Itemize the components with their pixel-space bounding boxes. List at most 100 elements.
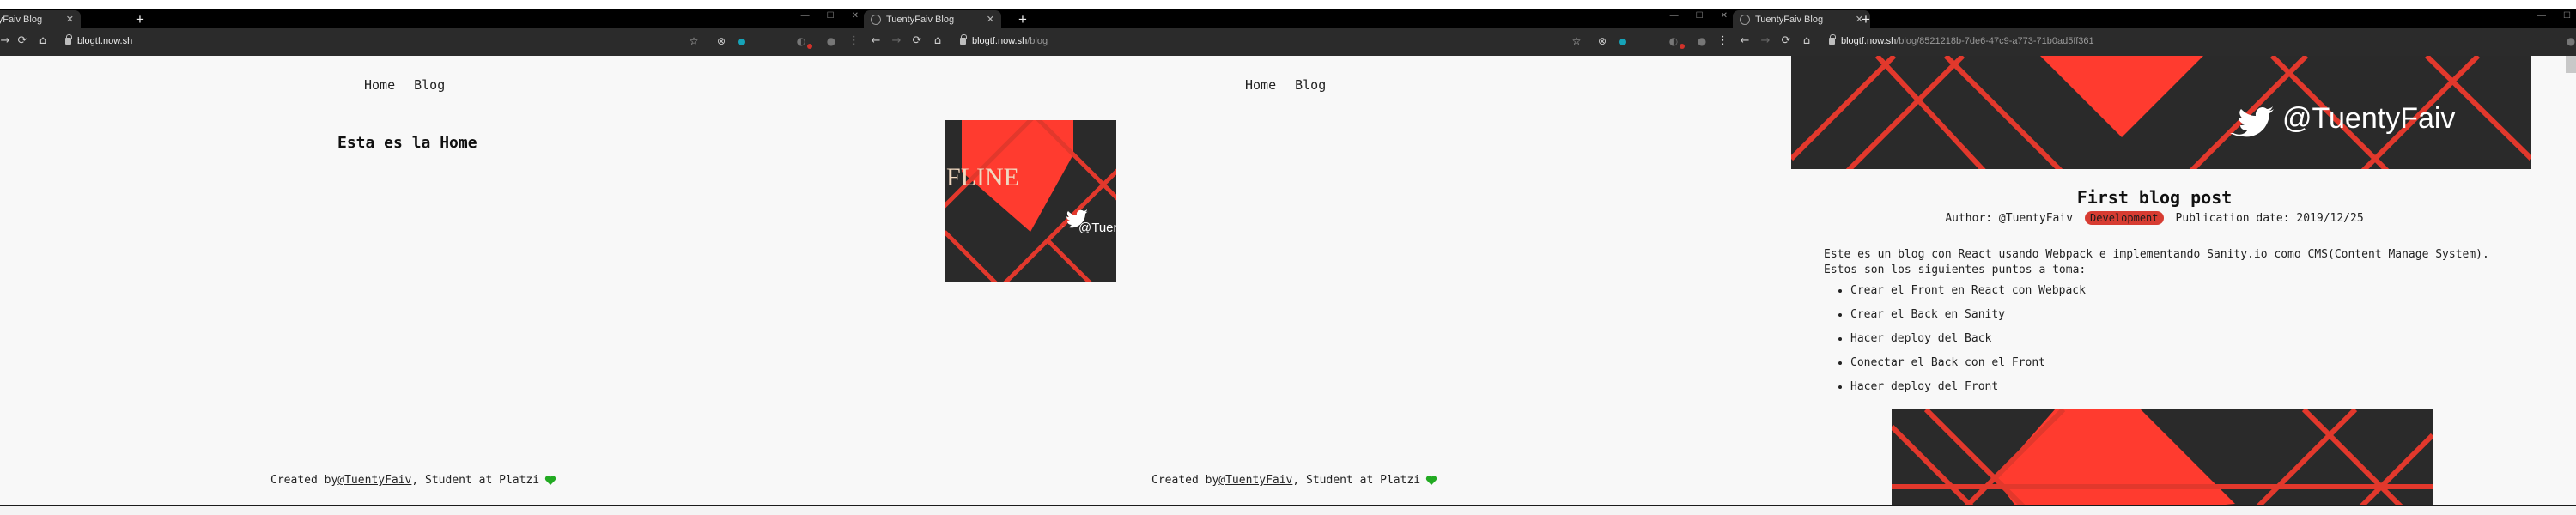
nav-home-link[interactable]: Home <box>364 77 395 93</box>
list-item: Conectar el Back con el Front <box>1850 355 2086 379</box>
extension-icon[interactable]: ⊗ <box>1595 34 1609 48</box>
minimize-icon[interactable]: — <box>2537 11 2546 21</box>
forward-icon[interactable]: → <box>1759 34 1772 48</box>
footer-author-link[interactable]: @TuentyFaiv <box>337 474 411 487</box>
new-tab-icon[interactable]: + <box>1862 11 1870 28</box>
menu-icon[interactable]: ⋮ <box>848 34 860 47</box>
list-item: Hacer deploy del Front <box>1850 379 2086 403</box>
browser-toolbar: ← → ⟳ ⌂ blogtf.now.sh/blog/8521218b-7de6… <box>1733 28 2576 56</box>
close-window-icon[interactable]: ✕ <box>852 11 859 21</box>
list-item: Crear el Back en Sanity <box>1850 307 2086 331</box>
post-author: Author: @TuentyFaiv <box>1945 211 2074 225</box>
window-controls: — ☐ ✕ <box>1670 11 1728 21</box>
maximize-icon[interactable]: ☐ <box>1696 11 1704 21</box>
card-overlay-text: FLINE <box>946 163 1019 191</box>
lock-icon <box>1829 34 1836 45</box>
window-top-strip <box>1733 0 2576 9</box>
window-controls: — ☐ <box>2537 11 2571 21</box>
post-hero-image: @TuentyFaiv <box>1791 56 2531 169</box>
url-host: blogtf.now.sh <box>77 36 133 46</box>
footer: Created by @TuentyFaiv , Student at Plat… <box>270 474 556 487</box>
new-tab-icon[interactable]: + <box>1018 11 1027 28</box>
post-date: Publication date: 2019/12/25 <box>2175 211 2364 225</box>
scrollbar-thumb[interactable] <box>2566 56 2576 73</box>
footer-suffix: , Student at Platzi <box>1292 474 1421 487</box>
forward-icon[interactable]: → <box>0 34 12 48</box>
extension-icon[interactable]: ⊗ <box>714 34 728 48</box>
post-intro: Este es un blog con React usando Webpack… <box>1824 248 2489 276</box>
footer-author-link[interactable]: @TuentyFaiv <box>1218 474 1292 487</box>
tab-bar: TuentyFaiv Blog ✕ + — ☐ ✕ <box>0 9 864 28</box>
home-icon[interactable]: ⌂ <box>36 34 50 48</box>
url-path: /blog/8521218b-7de6-47c9-a773-71b0ad5ff3… <box>1896 36 2094 46</box>
extension-icon[interactable]: ◐ <box>794 34 808 48</box>
post-body-image <box>1892 409 2433 506</box>
tab-bar: TuentyFaiv Blog ✕ + — ☐ ✕ <box>864 9 1733 28</box>
nav-blog-link[interactable]: Blog <box>1295 77 1326 93</box>
extension-dot-icon[interactable] <box>1619 39 1626 45</box>
hero-handle: @TuentyFaiv <box>2282 102 2455 135</box>
new-tab-icon[interactable]: + <box>136 11 144 28</box>
address-bar[interactable]: blogtf.now.sh/blog/8521218b-7de6-47c9-a7… <box>1841 36 2094 46</box>
tab-favicon-icon <box>1740 14 1750 25</box>
forward-icon[interactable]: → <box>890 34 903 48</box>
page-title: Esta es la Home <box>337 134 477 152</box>
nav-blog-link[interactable]: Blog <box>414 77 445 93</box>
reload-icon[interactable]: ⟳ <box>15 34 29 48</box>
footer-prefix: Created by <box>270 474 338 487</box>
tab-close-icon[interactable]: ✕ <box>987 14 994 25</box>
close-window-icon[interactable]: ✕ <box>1721 11 1728 21</box>
tab-active[interactable]: TuentyFaiv Blog ✕ <box>864 10 1001 28</box>
extension-dot-icon[interactable] <box>738 39 745 45</box>
heart-icon <box>544 476 556 485</box>
star-icon[interactable]: ☆ <box>1570 34 1583 48</box>
profile-icon[interactable]: ● <box>2564 34 2576 48</box>
notification-dot-icon <box>1680 44 1685 49</box>
tab-active[interactable]: TuentyFaiv Blog ✕ <box>1733 10 1870 28</box>
back-icon[interactable]: ← <box>869 34 883 48</box>
profile-icon[interactable]: ● <box>824 34 838 48</box>
heart-icon <box>1425 476 1437 485</box>
minimize-icon[interactable]: — <box>801 11 810 21</box>
reload-icon[interactable]: ⟳ <box>910 34 924 48</box>
blog-post-card-image[interactable]: FLINE @Tuent <box>945 120 1116 282</box>
tab-favicon-icon <box>871 14 881 25</box>
reload-icon[interactable]: ⟳ <box>1779 34 1793 48</box>
url-path: /blog <box>1027 36 1048 46</box>
post-bullet-list: Crear el Front en React con Webpack Crea… <box>1850 283 2086 403</box>
profile-icon[interactable]: ● <box>1695 34 1709 48</box>
window-top-strip <box>0 0 864 9</box>
home-icon[interactable]: ⌂ <box>1800 34 1814 48</box>
card-handle: @Tuent <box>1078 221 1116 235</box>
site-nav: Home Blog <box>364 77 445 93</box>
tab-bar: TuentyFaiv Blog ✕ + — ☐ <box>1733 9 2576 28</box>
extension-icon[interactable]: ◐ <box>1667 34 1680 48</box>
browser-window-home: TuentyFaiv Blog ✕ + — ☐ ✕ → ⟳ ⌂ blogtf.n… <box>0 0 864 506</box>
desktop-strip <box>0 506 2576 515</box>
star-icon[interactable]: ☆ <box>687 34 701 48</box>
nav-home-link[interactable]: Home <box>1245 77 1276 93</box>
list-item: Hacer deploy del Back <box>1850 331 2086 355</box>
tab-active[interactable]: TuentyFaiv Blog ✕ <box>0 10 81 28</box>
post-title: First blog post <box>2076 187 2233 208</box>
notification-dot-icon <box>807 44 812 49</box>
maximize-icon[interactable]: ☐ <box>2563 11 2571 21</box>
browser-toolbar: ← → ⟳ ⌂ blogtf.now.sh/blog ☆ ⊗ ◐ ● ⋮ <box>864 28 1733 56</box>
site-nav: Home Blog <box>1245 77 1326 93</box>
category-badge[interactable]: Development <box>2085 211 2164 225</box>
home-icon[interactable]: ⌂ <box>931 34 945 48</box>
tab-close-icon[interactable]: ✕ <box>66 14 74 25</box>
minimize-icon[interactable]: — <box>1670 11 1679 21</box>
url-host: blogtf.now.sh <box>1841 36 1897 46</box>
back-icon[interactable]: ← <box>1738 34 1752 48</box>
card-artwork: FLINE @Tuent <box>945 120 1116 282</box>
address-bar[interactable]: blogtf.now.sh/blog <box>972 36 1048 46</box>
menu-icon[interactable]: ⋮ <box>1717 34 1728 47</box>
tab-title: TuentyFaiv Blog <box>0 14 43 25</box>
footer-prefix: Created by <box>1151 474 1219 487</box>
lock-icon <box>65 34 72 45</box>
hero-artwork: @TuentyFaiv <box>1791 56 2531 169</box>
address-bar[interactable]: blogtf.now.sh <box>77 36 132 46</box>
tab-title: TuentyFaiv Blog <box>886 14 955 25</box>
maximize-icon[interactable]: ☐ <box>827 11 835 21</box>
